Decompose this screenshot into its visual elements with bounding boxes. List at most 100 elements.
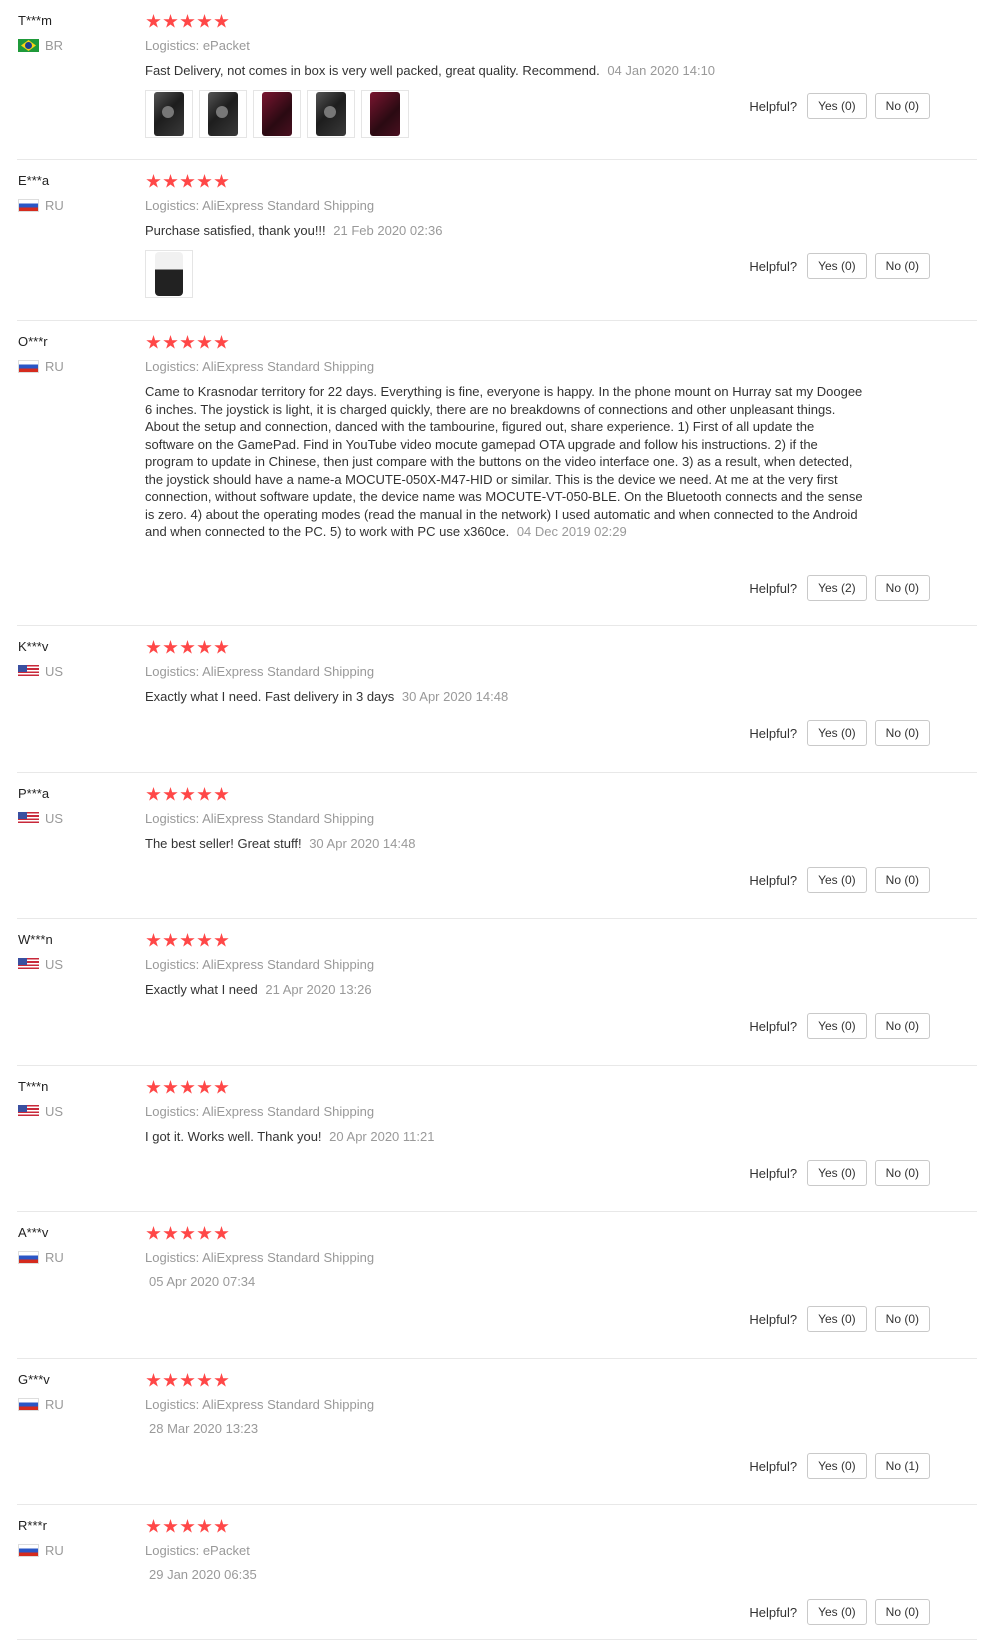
- star-icon: [214, 933, 229, 947]
- reviewer-country: US: [18, 664, 63, 679]
- star-icon: [163, 640, 178, 654]
- star-icon: [197, 933, 212, 947]
- star-rating: [146, 174, 229, 190]
- reviewer-name: R***r: [18, 1518, 47, 1533]
- logistics-value: AliExpress Standard Shipping: [202, 359, 375, 374]
- star-icon: [214, 1080, 229, 1094]
- helpful-label: Helpful?: [749, 1604, 798, 1620]
- logistics-label: Logistics:: [145, 1250, 200, 1265]
- helpful-no-button[interactable]: No (0): [874, 867, 930, 893]
- helpful-yes-button[interactable]: Yes (0): [807, 720, 867, 746]
- review-date: 28 Mar 2020 13:23: [149, 1421, 259, 1436]
- helpful-no-button[interactable]: No (0): [874, 1599, 930, 1625]
- helpful-no-button[interactable]: No (0): [874, 93, 930, 119]
- helpful-no-button[interactable]: No (1): [874, 1453, 930, 1479]
- review-image-thumbnail[interactable]: [253, 90, 301, 138]
- helpful-no-button[interactable]: No (0): [874, 1306, 930, 1332]
- logistics-info: Logistics: AliExpress Standard Shipping: [145, 198, 374, 213]
- logistics-info: Logistics: AliExpress Standard Shipping: [145, 1250, 374, 1265]
- country-code: US: [45, 811, 64, 826]
- logistics-info: Logistics: AliExpress Standard Shipping: [145, 664, 374, 679]
- helpful-yes-button[interactable]: Yes (0): [807, 1306, 867, 1332]
- reviewer-country: RU: [18, 359, 64, 374]
- helpful-yes-button[interactable]: Yes (0): [807, 1599, 867, 1625]
- helpful-vote: Helpful? Yes (2) No (0): [749, 575, 930, 601]
- reviewer-name: K***v: [18, 639, 49, 654]
- review-image-thumbnail[interactable]: [145, 90, 193, 138]
- review-item: R***r RU Logistics: ePacket 29 Jan 2020 06:…: [0, 1505, 977, 1640]
- logistics-value: AliExpress Standard Shipping: [202, 957, 375, 972]
- country-code: RU: [45, 1397, 64, 1412]
- helpful-no-button[interactable]: No (0): [874, 1160, 930, 1186]
- helpful-no-button[interactable]: No (0): [874, 1013, 930, 1039]
- reviewer-country: BR: [18, 38, 63, 53]
- helpful-label: Helpful?: [749, 258, 798, 274]
- ru-flag-icon: [18, 1398, 39, 1411]
- logistics-info: Logistics: AliExpress Standard Shipping: [145, 957, 374, 972]
- star-icon: [214, 640, 229, 654]
- reviewer-country: RU: [18, 1397, 64, 1412]
- review-item: P***a US Logistics: AliExpress Standard Sh…: [0, 773, 977, 919]
- star-rating: [146, 1226, 229, 1242]
- star-icon: [214, 1373, 229, 1387]
- logistics-value: ePacket: [202, 1543, 250, 1558]
- star-icon: [146, 1373, 161, 1387]
- reviewer-name: A***v: [18, 1225, 49, 1240]
- helpful-no-button[interactable]: No (0): [874, 720, 930, 746]
- helpful-yes-button[interactable]: Yes (0): [807, 1453, 867, 1479]
- review-item: K***v US Logistics: AliExpress Standard Sh…: [0, 626, 977, 773]
- review-content: Came to Krasnodar territory for 22 days.…: [145, 384, 863, 539]
- reviewer-name: E***a: [18, 173, 50, 188]
- review-text: Exactly what I need 21 Apr 2020 13:26: [145, 981, 865, 999]
- star-icon: [163, 1226, 178, 1240]
- review-image-thumbnail[interactable]: [145, 250, 193, 298]
- star-icon: [197, 787, 212, 801]
- star-icon: [163, 933, 178, 947]
- logistics-info: Logistics: AliExpress Standard Shipping: [145, 811, 374, 826]
- star-icon: [180, 1226, 195, 1240]
- logistics-label: Logistics:: [145, 359, 200, 374]
- star-icon: [163, 1373, 178, 1387]
- helpful-yes-button[interactable]: Yes (0): [807, 93, 867, 119]
- review-text: I got it. Works well. Thank you! 20 Apr …: [145, 1128, 865, 1146]
- review-date: 04 Jan 2020 14:10: [607, 63, 716, 78]
- star-icon: [180, 174, 195, 188]
- star-icon: [180, 1519, 195, 1533]
- helpful-no-button[interactable]: No (0): [874, 575, 930, 601]
- review-item: T***m BR Logistics: ePacket Fast Delivery, …: [0, 0, 977, 160]
- product-photo: [154, 92, 184, 136]
- star-rating: [146, 787, 229, 803]
- helpful-yes-button[interactable]: Yes (0): [807, 1160, 867, 1186]
- review-image-thumbnail[interactable]: [199, 90, 247, 138]
- helpful-yes-button[interactable]: Yes (0): [807, 867, 867, 893]
- country-code: RU: [45, 198, 64, 213]
- review-images: [145, 250, 193, 298]
- helpful-yes-button[interactable]: Yes (2): [807, 575, 867, 601]
- star-icon: [214, 335, 229, 349]
- helpful-no-button[interactable]: No (0): [874, 253, 930, 279]
- star-icon: [197, 1080, 212, 1094]
- reviewer-country: US: [18, 1104, 63, 1119]
- reviewer-name: G***v: [18, 1372, 50, 1387]
- star-icon: [163, 787, 178, 801]
- review-date: 29 Jan 2020 06:35: [149, 1567, 257, 1582]
- helpful-label: Helpful?: [749, 1165, 798, 1181]
- review-item: G***v RU Logistics: AliExpress Standard Sh…: [0, 1359, 977, 1505]
- review-image-thumbnail[interactable]: [361, 90, 409, 138]
- star-icon: [163, 1519, 178, 1533]
- star-icon: [146, 174, 161, 188]
- star-icon: [146, 335, 161, 349]
- reviewer-country: US: [18, 957, 63, 972]
- us-flag-icon: [18, 812, 39, 825]
- helpful-yes-button[interactable]: Yes (0): [807, 1013, 867, 1039]
- review-item: T***n US Logistics: AliExpress Standard Sh…: [0, 1066, 977, 1212]
- review-image-thumbnail[interactable]: [307, 90, 355, 138]
- review-content: The best seller! Great stuff!: [145, 836, 302, 851]
- review-item: E***a RU Logistics: AliExpress Standard Sh…: [0, 160, 977, 321]
- review-date: 21 Feb 2020 02:36: [333, 223, 443, 238]
- helpful-vote: Helpful? Yes (0) No (0): [749, 93, 930, 119]
- ru-flag-icon: [18, 1251, 39, 1264]
- helpful-vote: Helpful? Yes (0) No (0): [749, 1160, 930, 1186]
- helpful-yes-button[interactable]: Yes (0): [807, 253, 867, 279]
- reviewer-name: O***r: [18, 334, 48, 349]
